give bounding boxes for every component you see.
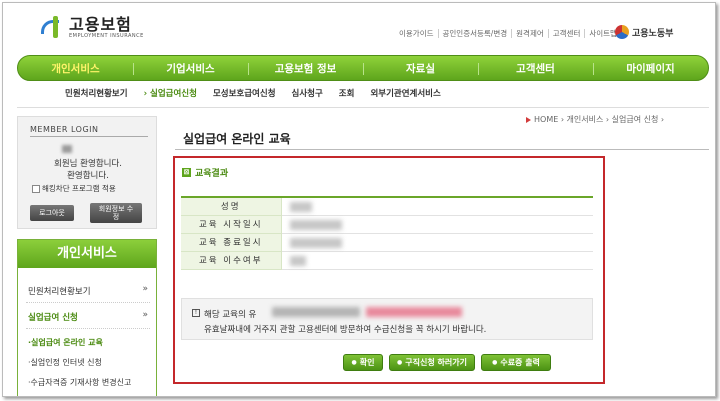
- site-logo[interactable]: 고용보험 EMPLOYMENT INSURANCE: [39, 13, 144, 43]
- row-label-completion: 교육 이수여부: [181, 251, 282, 270]
- redacted-value: [289, 202, 312, 212]
- redacted-value: [289, 237, 342, 248]
- side-sub-online-education[interactable]: ·실업급여 온라인 교육: [28, 337, 103, 348]
- main-nav-business[interactable]: 기업서비스: [133, 61, 248, 76]
- bullet-icon: ●: [492, 359, 498, 366]
- redacted-value: [289, 255, 306, 266]
- logout-button[interactable]: 로그아웃: [30, 205, 74, 221]
- table-row: 교육 종료일시: [181, 233, 593, 252]
- redacted-notice-date: [366, 307, 462, 317]
- logo-title: 고용보험: [69, 15, 132, 34]
- top-link-support[interactable]: 고객센터: [549, 29, 586, 38]
- browser-frame: 고용보험 EMPLOYMENT INSURANCE 이용가이드 공인인증서등록/…: [2, 2, 716, 397]
- main-nav-library[interactable]: 자료실: [363, 61, 478, 76]
- job-search-button[interactable]: ● 구직신청 하러가기: [389, 354, 475, 371]
- education-result-table: 성명 교육 시작일시 교육 종료일시 교육 이수여부: [181, 196, 593, 270]
- side-item-status-chevron-icon: »: [142, 284, 148, 294]
- table-row: 교육 이수여부: [181, 251, 593, 270]
- redacted-notice-text: [272, 307, 360, 317]
- certificate-button[interactable]: ● 수료증 출력: [481, 354, 551, 371]
- row-label-end: 교육 종료일시: [181, 233, 282, 252]
- page-title: 실업급여 온라인 교육: [183, 132, 291, 146]
- breadcrumb: HOME › 개인서비스 › 실업급여 신청 ›: [526, 114, 664, 125]
- section-title: 교육결과: [195, 169, 229, 179]
- top-link-guide[interactable]: 이용가이드: [395, 29, 439, 38]
- main-nav-personal[interactable]: 개인서비스: [18, 61, 133, 76]
- checkbox-square-icon: ⊠: [182, 168, 191, 177]
- sub-nav-maternity[interactable]: 모성보호급여신청: [213, 87, 276, 99]
- confirm-button[interactable]: ● 확인: [343, 354, 383, 371]
- member-login-box: MEMBER LOGIN 회원님 환영합니다. 환영합니다. 해킹차단 프로그램…: [17, 116, 157, 229]
- table-row: 교육 시작일시: [181, 215, 593, 234]
- sub-nav-review[interactable]: 심사청구: [292, 87, 323, 99]
- notice-icon: !: [192, 309, 200, 317]
- side-menu-title: 개인서비스: [18, 240, 156, 268]
- redacted-user: [62, 145, 72, 153]
- logo-mark-icon: [39, 16, 65, 40]
- hacking-block-option[interactable]: 해킹차단 프로그램 적용: [32, 183, 116, 194]
- main-nav-support[interactable]: 고객센터: [478, 61, 593, 76]
- side-sub-change-report[interactable]: ·수급자격증 기재사항 변경신고: [28, 377, 131, 388]
- login-greeting: 회원님 환영합니다.: [18, 157, 158, 169]
- side-item-unemployment[interactable]: 실업급여 신청: [28, 311, 78, 323]
- top-links: 이용가이드 공인인증서등록/변경 원격제어 고객센터 사이트맵: [395, 29, 621, 38]
- highlight-box: [173, 156, 605, 384]
- hacking-block-label: 해킹차단 프로그램 적용: [42, 184, 116, 193]
- ministry-logo-icon: [615, 25, 629, 39]
- row-value-end: [281, 233, 593, 252]
- greeting-text: 회원님 환영합니다.: [54, 159, 122, 169]
- main-nav: 개인서비스 기업서비스 고용보험 정보 자료실 고객센터 마이페이지: [17, 55, 709, 81]
- row-value-name: [281, 197, 593, 216]
- table-row: 성명: [181, 197, 593, 216]
- confirm-label: 확인: [359, 358, 375, 367]
- job-search-label: 구직신청 하러가기: [405, 358, 467, 367]
- sub-nav-external[interactable]: 외부기관연계서비스: [370, 87, 440, 99]
- top-link-remote[interactable]: 원격제어: [512, 29, 549, 38]
- edit-member-button[interactable]: 회원정보 수정: [90, 203, 142, 223]
- hacking-block-checkbox[interactable]: [32, 184, 40, 193]
- ministry-label: 고용노동부: [632, 28, 674, 39]
- notice-line1: 해당 교육의 유: [204, 310, 257, 320]
- side-divider: [26, 302, 150, 303]
- redacted-value: [289, 219, 342, 230]
- row-label-start: 교육 시작일시: [181, 215, 282, 234]
- login-title: MEMBER LOGIN: [30, 125, 99, 134]
- side-sub-internet-application[interactable]: ·실업인정 인터넷 신청: [28, 357, 102, 368]
- main-nav-mypage[interactable]: 마이페이지: [593, 61, 708, 76]
- sub-nav: 민원처리현황보기 › 실업급여신청 모성보호급여신청 심사청구 조회 외부기관연…: [65, 87, 457, 99]
- login-welcome: 환영합니다.: [67, 171, 109, 181]
- logo-subtitle: EMPLOYMENT INSURANCE: [69, 33, 144, 39]
- section-heading: ⊠ 교육결과: [182, 166, 228, 179]
- main-nav-info[interactable]: 고용보험 정보: [248, 61, 363, 76]
- side-menu: 개인서비스 민원처리현황보기 » 실업급여 신청 » ·실업급여 온라인 교육 …: [17, 239, 157, 396]
- breadcrumb-text[interactable]: HOME › 개인서비스 › 실업급여 신청 ›: [534, 114, 664, 125]
- row-value-start: [281, 215, 593, 234]
- title-divider: [175, 149, 709, 150]
- bullet-icon: ●: [351, 359, 357, 366]
- sub-nav-unemployment[interactable]: › 실업급여신청: [144, 87, 197, 99]
- certificate-label: 수료증 출력: [500, 358, 540, 367]
- sub-nav-inquiry[interactable]: 조회: [339, 87, 355, 99]
- breadcrumb-arrow-icon: [526, 116, 531, 123]
- side-item-status[interactable]: 민원처리현황보기: [28, 285, 91, 297]
- side-divider: [26, 328, 150, 329]
- row-label-name: 성명: [181, 197, 282, 216]
- side-item-unemployment-chevron-icon: »: [142, 310, 148, 320]
- row-value-completion: [281, 251, 593, 270]
- notice-line2: 유효날짜내에 거주지 관할 고용센터에 방문하여 수급신청을 꼭 하시기 바랍니…: [204, 325, 487, 335]
- notice-box: ! 해당 교육의 유 유효날짜내에 거주지 관할 고용센터에 방문하여 수급신청…: [181, 298, 593, 340]
- login-divider: [30, 136, 148, 137]
- ministry-link[interactable]: 고용노동부: [615, 25, 673, 39]
- sub-nav-divider: [17, 107, 709, 108]
- top-link-certificate[interactable]: 공인인증서등록/변경: [439, 29, 513, 38]
- bullet-icon: ●: [397, 359, 403, 366]
- sub-nav-status[interactable]: 민원처리현황보기: [65, 87, 128, 99]
